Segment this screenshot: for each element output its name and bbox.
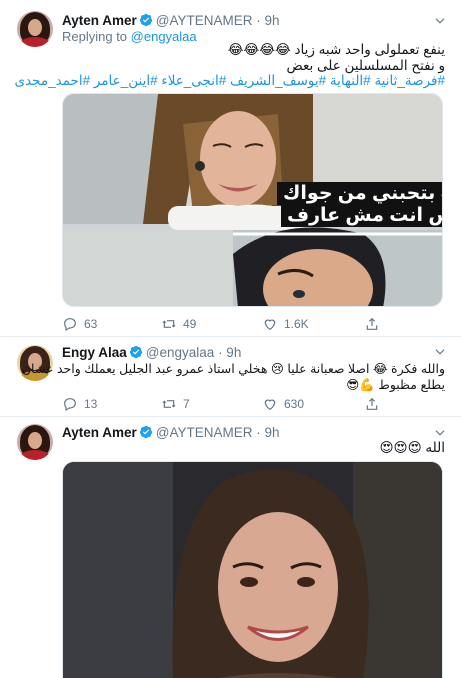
tweet-text-line-1: ينفع تعملولى واحد شبه زياد 😂😂😂😂 — [227, 42, 445, 57]
media-caption-line-1: انت بتحبني من جواك — [277, 182, 442, 205]
verified-badge-icon — [139, 13, 152, 27]
reply-button[interactable]: 13 — [62, 396, 97, 412]
retweet-button[interactable]: 49 — [161, 316, 196, 332]
retweet-count: 49 — [183, 317, 197, 331]
tweet-header: Engy Alaa @engyalaa · 9h — [62, 344, 241, 361]
author-handle[interactable]: @engyalaa — [146, 345, 215, 360]
media-photo-illustration — [63, 462, 442, 678]
author-name[interactable]: Ayten Amer — [62, 13, 137, 28]
tweet-hashtags[interactable]: #فرصة_ثانية #النهاية #يوسف_الشريف #انجى_… — [15, 72, 445, 89]
like-count: 630 — [284, 397, 305, 411]
replying-to-mention[interactable]: @engyalaa — [131, 29, 197, 44]
retweet-count: 7 — [183, 397, 190, 411]
tweet-text-line-1: والله فكرة 😂 اصلا صعبانة عليا 😢 هخلي است… — [21, 362, 445, 376]
tweet-2[interactable]: Engy Alaa @engyalaa · 9h والله فكرة 😂 اصل… — [0, 337, 461, 416]
like-icon — [264, 399, 276, 411]
share-icon — [366, 397, 378, 410]
retweet-button[interactable]: 7 — [161, 396, 190, 412]
tweet-actions: 13 7 630 — [62, 396, 443, 412]
replying-to: Replying to @engyalaa — [62, 29, 197, 44]
tweet-header: Ayten Amer @AYTENAMER · 9h — [62, 12, 280, 29]
author-handle[interactable]: @AYTENAMER — [156, 13, 253, 28]
tweet-1[interactable]: Ayten Amer @AYTENAMER · 9h Replying to @e… — [0, 0, 461, 336]
reply-button[interactable]: 63 — [62, 316, 97, 332]
reply-icon — [64, 398, 76, 412]
share-button[interactable] — [364, 316, 380, 332]
tweet-header: Ayten Amer @AYTENAMER · 9h — [62, 424, 280, 441]
retweet-icon — [162, 320, 176, 328]
author-handle[interactable]: @AYTENAMER — [156, 425, 253, 440]
tweet-time[interactable]: · 9h — [256, 13, 279, 28]
media-caption-line-2: بس انت مش عارف — [281, 204, 442, 227]
reply-count: 63 — [84, 317, 98, 331]
author-name[interactable]: Ayten Amer — [62, 425, 137, 440]
verified-badge-icon — [129, 345, 142, 359]
chevron-down-icon[interactable] — [433, 345, 447, 359]
chevron-down-icon[interactable] — [433, 426, 447, 440]
author-name[interactable]: Engy Alaa — [62, 345, 127, 360]
like-button[interactable]: 630 — [262, 396, 304, 412]
tweet-actions: 63 49 1.6K — [62, 316, 443, 332]
tweet-text-line-2: يطلع مظبوط 💪😎 — [346, 378, 445, 392]
retweet-icon — [162, 400, 176, 408]
tweet-3[interactable]: Ayten Amer @AYTENAMER · 9h الله 😍😍😍 — [0, 417, 461, 678]
verified-badge-icon — [139, 425, 152, 439]
share-button[interactable] — [364, 396, 380, 412]
chevron-down-icon[interactable] — [433, 14, 447, 28]
tweet-media-image[interactable] — [62, 461, 443, 678]
like-count: 1.6K — [284, 317, 309, 331]
tweet-time[interactable]: · 9h — [218, 345, 241, 360]
share-icon — [366, 317, 378, 330]
avatar-ayten-1[interactable] — [17, 11, 53, 47]
tweet-time[interactable]: · 9h — [256, 425, 279, 440]
reply-icon — [64, 318, 76, 332]
avatar-ayten-2[interactable] — [17, 424, 53, 460]
reply-count: 13 — [84, 397, 98, 411]
tweet-text-line-1: الله 😍😍😍 — [379, 440, 445, 455]
like-button[interactable]: 1.6K — [262, 316, 309, 332]
like-icon — [264, 319, 276, 331]
tweet-media-image[interactable]: انت بتحبني من جواك بس انت مش عارف — [62, 93, 443, 307]
